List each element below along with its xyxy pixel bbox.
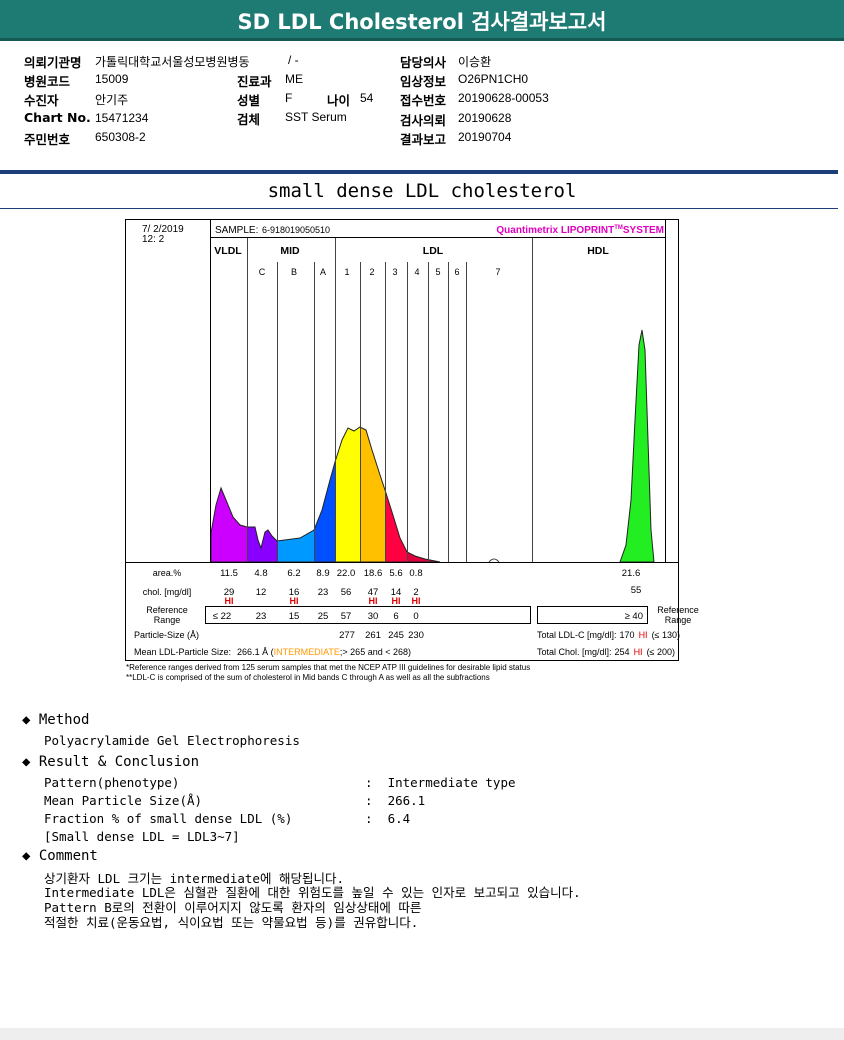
band-label-3: 3 [392,267,397,277]
diamond-icon: ◆ [22,848,39,864]
area-value: 22.0 [337,568,356,579]
hi-flag: HI [369,596,378,606]
reference-value: 57 [341,611,352,622]
result-value: : 6.4 [365,811,411,826]
result-value: : Intermediate type [365,775,516,790]
area-label: area.% [153,568,182,578]
comment-heading: ◆ Comment [22,848,98,864]
band-label-7: 7 [495,267,500,277]
result-note: [Small dense LDL = LDL3~7] [44,829,240,844]
hi-flag: HI [290,596,299,606]
reference-value: 25 [318,611,329,622]
result-value: : 266.1 [365,793,426,808]
page-footer [0,1028,844,1040]
reference-value: 23 [256,611,267,622]
lipoprint-frame [125,219,679,661]
footnote-2: **LDL-C is comprised of the sum of chole… [126,673,490,682]
chol-value: 56 [341,587,352,598]
brand-logo: Quantimetrix LIPOPRINTTMSYSTEM [496,225,664,236]
area-value: 11.5 [220,568,238,579]
chol-value: 12 [256,587,267,598]
comment-line: 적절한 치료(운동요법, 식이요법 또는 약물요법 등)를 권유합니다. [44,915,419,930]
reference-value: 6 [393,611,398,622]
particle-size-value: 261 [365,630,381,641]
sample-label: SAMPLE: [215,225,258,236]
hdl-area-value: 21.6 [622,568,641,579]
hdl-reference-value: ≥ 40 [625,611,643,622]
area-value: 5.6 [389,568,402,579]
area-value: 6.2 [287,568,300,579]
hi-flag: HI [392,596,401,606]
band-label-1: 1 [344,267,349,277]
footnote-1: *Reference ranges derived from 125 serum… [126,663,530,672]
area-value: 4.8 [254,568,267,579]
lipoprint-report: 7/ 2/2019 12: 2 SAMPLE: 6-918019050510 Q… [125,219,699,682]
band-label-a: A [320,267,326,277]
reference-value: ≤ 22 [213,611,231,622]
band-label-c: C [259,267,266,277]
area-value: 0.8 [409,568,422,579]
method-text: Polyacrylamide Gel Electrophoresis [44,733,300,748]
band-label-b: B [291,267,297,277]
diamond-icon: ◆ [22,712,39,728]
total-ldl: Total LDL-C [mg/dl]: 170 HI (≤ 130) [537,630,680,640]
diamond-icon: ◆ [22,754,39,770]
band-label-2: 2 [369,267,374,277]
particle-label: Particle-Size (Å) [134,630,199,640]
total-chol: Total Chol. [mg/dl]: 254 HI (≤ 200) [537,647,675,657]
result-label: Mean Particle Size(Å) [44,793,203,808]
area-value: 8.9 [316,568,329,579]
band-label-5: 5 [435,267,440,277]
particle-size-value: 245 [388,630,404,641]
band-label-4: 4 [414,267,419,277]
method-heading: ◆ Method [22,712,90,728]
hi-flag: HI [225,596,234,606]
particle-size-value: 277 [339,630,355,641]
band-label-6: 6 [454,267,459,277]
result-label: Fraction % of small dense LDL (%) [44,811,293,826]
hdl-chol-value: 55 [631,585,642,596]
hi-flag: HI [412,596,421,606]
reference-value: 0 [413,611,418,622]
group-hdl: HDL [587,245,609,257]
chol-label: chol. [mg/dl] [143,587,192,597]
run-time: 12: 2 [142,234,165,245]
result-label: Pattern(phenotype) [44,775,180,790]
particle-size-value: 230 [408,630,424,641]
mean-size: Mean LDL-Particle Size: 266.1 Å (INTERMED… [134,647,411,657]
reference-value: 15 [289,611,300,622]
area-value: 18.6 [364,568,383,579]
reference-value: 30 [368,611,379,622]
result-heading: ◆ Result & Conclusion [22,754,200,770]
sample-id: 6-918019050510 [262,225,330,235]
group-ldl: LDL [423,245,444,257]
group-vldl: VLDL [214,245,242,257]
group-mid: MID [280,245,300,257]
chol-value: 23 [318,587,329,598]
